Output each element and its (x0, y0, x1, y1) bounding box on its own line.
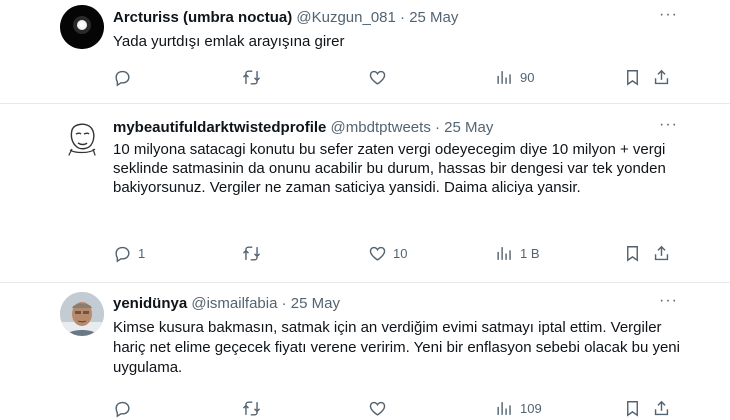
share-button[interactable] (652, 67, 671, 87)
heart-icon (369, 401, 386, 416)
reply-icon (115, 70, 130, 87)
reply-button[interactable] (113, 67, 138, 87)
avatar-image (60, 292, 104, 336)
like-button[interactable] (368, 398, 393, 418)
tweet[interactable]: yenidünya @ismailfabia · 25 May ··· Kims… (0, 283, 730, 420)
views-count: 90 (520, 69, 535, 85)
tweet-actions: 1 10 1 B (113, 243, 673, 263)
more-options-icon[interactable]: ··· (659, 292, 678, 310)
tweet-header: yenidünya @ismailfabia · 25 May (113, 295, 340, 312)
views-button[interactable]: 109 (495, 398, 542, 418)
more-options-icon[interactable]: ··· (659, 116, 678, 134)
share-icon (654, 69, 669, 84)
user-handle[interactable]: @Kuzgun_081 (296, 9, 395, 26)
tweet-text: Yada yurtdışı emlak arayışına girer (113, 33, 345, 50)
display-name[interactable]: Arcturiss (umbra noctua) (113, 9, 292, 26)
tweet-actions: 90 (113, 67, 673, 87)
heart-icon (369, 246, 386, 261)
reply-button[interactable]: 1 (113, 243, 145, 263)
retweet-button[interactable] (242, 243, 267, 263)
retweet-icon (242, 69, 261, 85)
views-count: 1 B (520, 245, 540, 261)
more-options-icon[interactable]: ··· (659, 6, 678, 24)
tweet[interactable]: mybeautifuldarktwistedprofile @mbdtptwee… (0, 104, 730, 283)
bookmark-button[interactable] (623, 243, 642, 263)
heart-icon (369, 70, 386, 85)
bookmark-icon (627, 400, 638, 417)
bookmark-icon (627, 245, 638, 262)
views-icon (497, 246, 511, 260)
avatar[interactable] (60, 116, 104, 160)
views-button[interactable]: 1 B (495, 243, 540, 263)
views-icon (497, 70, 511, 84)
avatar[interactable] (60, 5, 104, 49)
bookmark-button[interactable] (623, 398, 642, 418)
like-count: 10 (393, 245, 408, 261)
tweet-header: mybeautifuldarktwistedprofile @mbdtptwee… (113, 119, 493, 136)
tweet-text: Kimse kusura bakmasın, satmak için an ve… (113, 319, 680, 376)
avatar[interactable] (60, 292, 104, 336)
reply-icon (115, 246, 130, 263)
reply-button[interactable] (113, 398, 138, 418)
share-icon (654, 245, 669, 260)
tweet-text: 10 milyona satacagi konutu bu sefer zate… (113, 141, 666, 196)
tweet-date[interactable]: · 25 May (400, 9, 458, 26)
like-button[interactable]: 10 (368, 243, 407, 263)
avatar-image (60, 116, 104, 160)
tweet[interactable]: Arcturiss (umbra noctua) @Kuzgun_081 · 2… (0, 0, 730, 104)
retweet-icon (242, 400, 261, 416)
user-handle[interactable]: @mbdtptweets (331, 119, 431, 136)
share-button[interactable] (652, 243, 671, 263)
tweet-actions: 109 (113, 398, 673, 418)
retweet-icon (242, 245, 261, 261)
retweet-button[interactable] (242, 398, 267, 418)
display-name[interactable]: mybeautifuldarktwistedprofile (113, 119, 326, 136)
reply-icon (115, 401, 130, 418)
display-name[interactable]: yenidünya (113, 295, 187, 312)
views-count: 109 (520, 400, 542, 416)
tweet-header: Arcturiss (umbra noctua) @Kuzgun_081 · 2… (113, 9, 458, 26)
retweet-button[interactable] (242, 67, 267, 87)
reply-count: 1 (138, 245, 146, 261)
share-icon (654, 400, 669, 415)
views-icon (497, 401, 511, 415)
user-handle[interactable]: @ismailfabia (191, 295, 277, 312)
share-button[interactable] (652, 398, 671, 418)
tweet-date[interactable]: · 25 May (435, 119, 493, 136)
bookmark-button[interactable] (623, 67, 642, 87)
views-button[interactable]: 90 (495, 67, 534, 87)
like-button[interactable] (368, 67, 393, 87)
tweet-date[interactable]: · 25 May (282, 295, 340, 312)
avatar-image (60, 5, 104, 49)
bookmark-icon (627, 69, 638, 86)
